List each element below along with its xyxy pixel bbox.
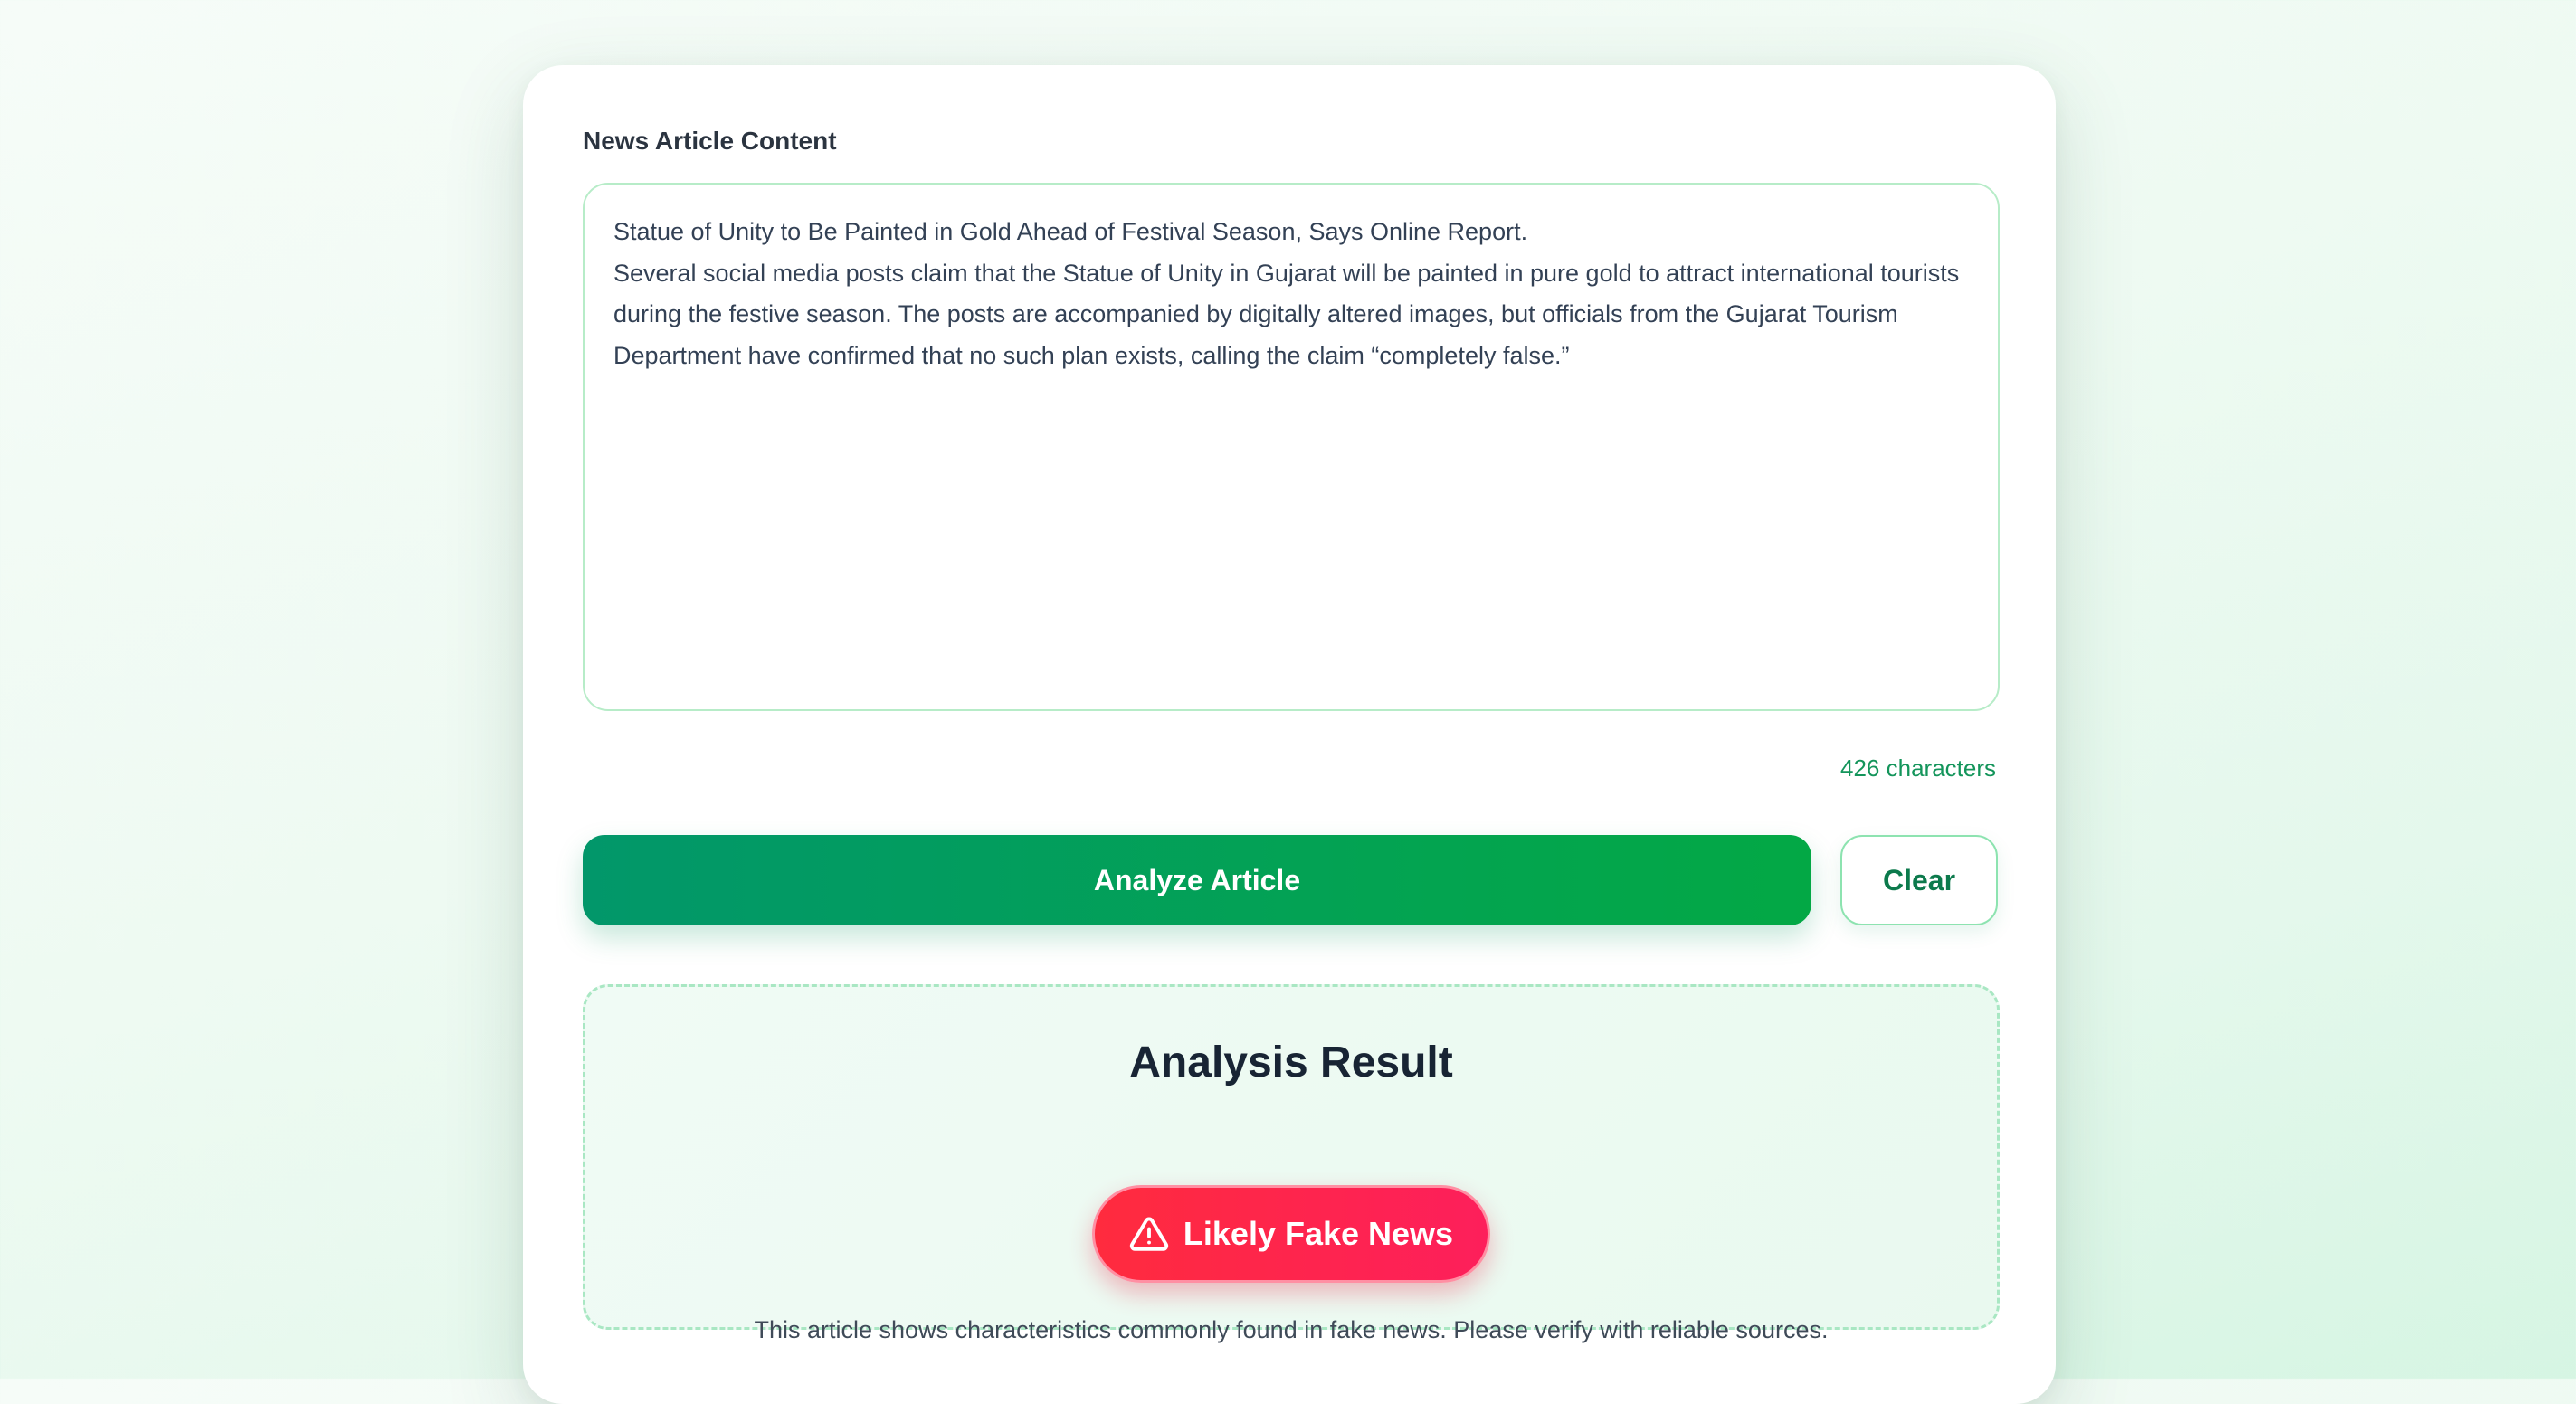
article-content-label: News Article Content: [583, 127, 837, 155]
analyze-article-button[interactable]: Analyze Article: [583, 835, 1811, 925]
analyzer-card: News Article Content Statue of Unity to …: [523, 65, 2056, 1404]
verdict-badge: Likely Fake News: [1092, 1185, 1490, 1283]
warning-triangle-icon: [1129, 1217, 1168, 1251]
verdict-label: Likely Fake News: [1183, 1215, 1454, 1252]
result-description: This article shows characteristics commo…: [754, 1316, 1829, 1343]
result-title: Analysis Result: [1129, 1039, 1453, 1086]
article-textarea[interactable]: Statue of Unity to Be Painted in Gold Ah…: [583, 183, 2000, 711]
clear-button[interactable]: Clear: [1840, 835, 1998, 925]
analysis-result-panel: Analysis Result Likely Fake News This ar…: [583, 984, 2000, 1343]
character-count: 426 characters: [1840, 754, 1996, 782]
